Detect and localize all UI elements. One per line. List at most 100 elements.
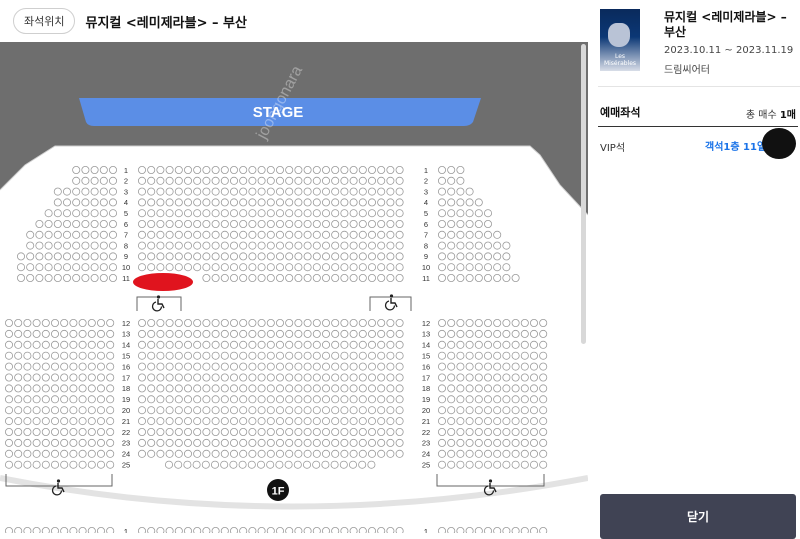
seat[interactable]	[137, 395, 146, 404]
seat[interactable]	[331, 340, 340, 349]
seat[interactable]	[395, 219, 404, 228]
seat[interactable]	[5, 427, 13, 436]
seat[interactable]	[312, 427, 321, 436]
seat[interactable]	[266, 263, 275, 272]
seat[interactable]	[511, 329, 520, 338]
seat-position-button[interactable]: 좌석위치	[13, 8, 76, 34]
seat[interactable]	[202, 384, 211, 393]
seat[interactable]	[174, 318, 183, 327]
seat[interactable]	[321, 219, 330, 228]
seat[interactable]	[78, 438, 87, 447]
seat[interactable]	[285, 219, 294, 228]
seat[interactable]	[202, 417, 211, 426]
seat[interactable]	[465, 384, 474, 393]
seat[interactable]	[90, 165, 99, 174]
seat[interactable]	[147, 165, 156, 174]
seat[interactable]	[248, 395, 257, 404]
seat[interactable]	[377, 176, 386, 185]
seat[interactable]	[97, 427, 106, 436]
seat[interactable]	[248, 438, 257, 447]
seat[interactable]	[539, 449, 548, 458]
seat[interactable]	[285, 406, 294, 415]
seat[interactable]	[367, 395, 376, 404]
seat[interactable]	[202, 438, 211, 447]
seat[interactable]	[106, 373, 115, 382]
seat[interactable]	[465, 449, 474, 458]
seat[interactable]	[437, 438, 446, 447]
seat[interactable]	[97, 329, 106, 338]
seat[interactable]	[358, 351, 367, 360]
seat[interactable]	[331, 273, 340, 282]
seat[interactable]	[220, 187, 229, 196]
seat[interactable]	[156, 438, 165, 447]
seat[interactable]	[106, 395, 115, 404]
seat[interactable]	[294, 427, 303, 436]
seat[interactable]	[456, 187, 465, 196]
seat[interactable]	[502, 252, 511, 261]
seat[interactable]	[165, 187, 174, 196]
seat[interactable]	[23, 449, 32, 458]
seat[interactable]	[294, 362, 303, 371]
seat[interactable]	[447, 318, 456, 327]
seat[interactable]	[193, 329, 202, 338]
seat[interactable]	[193, 241, 202, 250]
seat[interactable]	[239, 263, 248, 272]
seat[interactable]	[90, 241, 99, 250]
seat[interactable]	[35, 273, 44, 282]
seat[interactable]	[340, 395, 349, 404]
seat[interactable]	[23, 427, 32, 436]
seat[interactable]	[358, 176, 367, 185]
seat[interactable]	[32, 362, 41, 371]
seat[interactable]	[211, 252, 220, 261]
seat[interactable]	[437, 417, 446, 426]
seat[interactable]	[32, 417, 41, 426]
seat[interactable]	[367, 427, 376, 436]
seat[interactable]	[156, 340, 165, 349]
seat[interactable]	[275, 384, 284, 393]
seat[interactable]	[395, 252, 404, 261]
seat[interactable]	[465, 252, 474, 261]
seat[interactable]	[395, 187, 404, 196]
seat[interactable]	[97, 438, 106, 447]
seat[interactable]	[275, 438, 284, 447]
seat[interactable]	[90, 209, 99, 218]
seat[interactable]	[174, 362, 183, 371]
seat[interactable]	[165, 395, 174, 404]
seat[interactable]	[137, 263, 146, 272]
seat[interactable]	[211, 230, 220, 239]
seat[interactable]	[174, 329, 183, 338]
seat[interactable]	[340, 219, 349, 228]
seat[interactable]	[202, 340, 211, 349]
seat[interactable]	[165, 241, 174, 250]
seat[interactable]	[447, 384, 456, 393]
seat[interactable]	[174, 384, 183, 393]
seat[interactable]	[14, 384, 23, 393]
seat[interactable]	[358, 318, 367, 327]
seat[interactable]	[266, 329, 275, 338]
seat[interactable]	[229, 460, 238, 469]
seat[interactable]	[165, 449, 174, 458]
seat[interactable]	[220, 395, 229, 404]
seat[interactable]	[340, 449, 349, 458]
seat[interactable]	[248, 176, 257, 185]
seat[interactable]	[474, 230, 483, 239]
seat[interactable]	[437, 395, 446, 404]
seat[interactable]	[5, 318, 13, 327]
seat[interactable]	[483, 340, 492, 349]
seat[interactable]	[248, 417, 257, 426]
seat[interactable]	[239, 230, 248, 239]
seat[interactable]	[229, 165, 238, 174]
seat[interactable]	[257, 219, 266, 228]
seat[interactable]	[193, 406, 202, 415]
seat[interactable]	[340, 263, 349, 272]
seat[interactable]	[53, 241, 62, 250]
seat[interactable]	[386, 209, 395, 218]
seat[interactable]	[539, 373, 548, 382]
seat[interactable]	[520, 318, 529, 327]
seat[interactable]	[97, 351, 106, 360]
seat[interactable]	[303, 449, 312, 458]
seat[interactable]	[137, 230, 146, 239]
seat[interactable]	[275, 362, 284, 371]
seat[interactable]	[395, 198, 404, 207]
seat[interactable]	[294, 273, 303, 282]
